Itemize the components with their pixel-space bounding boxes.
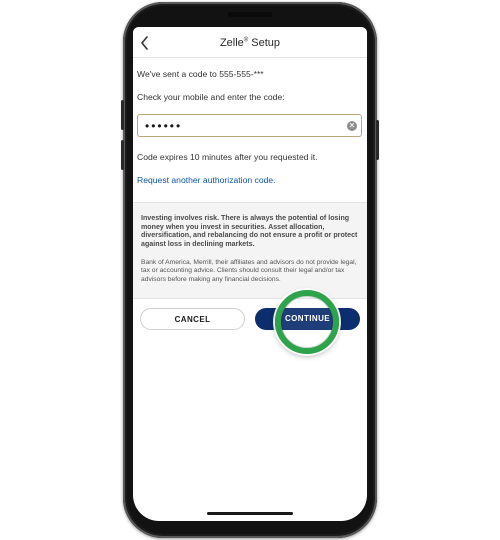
disclaimer-box: Investing involves risk. There is always… [133, 202, 367, 299]
app-screen: Zelle® Setup We've sent a code to 555-55… [133, 27, 367, 521]
enter-code-instruction: Check your mobile and enter the code: [137, 92, 285, 102]
cancel-button[interactable]: CANCEL [140, 308, 245, 330]
clear-circle-icon[interactable]: ✕ [347, 121, 357, 131]
code-input-value: •••••• [145, 119, 183, 133]
advice-disclaimer: Bank of America, Merrill, their affiliat… [141, 259, 357, 283]
request-code-link[interactable]: Request another authorization code. [137, 175, 276, 185]
phone-side-button [121, 100, 124, 130]
home-indicator [207, 512, 293, 515]
code-input[interactable]: •••••• ✕ [137, 114, 362, 137]
phone-volume-button [121, 140, 124, 170]
title-prefix: Zelle [219, 37, 244, 49]
phone-power-button [376, 120, 379, 160]
page-title: Zelle® Setup [133, 37, 367, 49]
tap-highlight-ring [275, 290, 339, 354]
title-suffix: Setup [248, 37, 281, 49]
code-sent-message: We've sent a code to 555-555-*** [137, 69, 264, 79]
nav-header: Zelle® Setup [133, 27, 367, 58]
phone-speaker [228, 12, 272, 17]
code-expiry-note: Code expires 10 minutes after you reques… [137, 152, 318, 162]
risk-disclaimer: Investing involves risk. There is always… [141, 214, 358, 248]
